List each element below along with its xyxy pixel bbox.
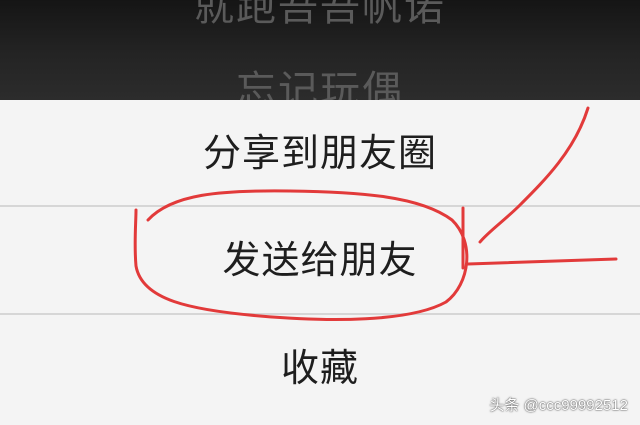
background-menu-item: 就跑吾吾帆诺	[194, 0, 446, 30]
background-menu-item: 忘记玩偶	[236, 68, 404, 100]
send-to-friend-button[interactable]: 发送给朋友	[0, 207, 640, 313]
share-to-moments-button[interactable]: 分享到朋友圈	[0, 100, 640, 206]
background-app-overlay: 就跑吾吾帆诺 忘记玩偶	[0, 0, 640, 100]
watermark-text: 头条 @ccc99992512	[489, 397, 628, 414]
action-sheet: 分享到朋友圈 发送给朋友 收藏	[0, 100, 640, 425]
